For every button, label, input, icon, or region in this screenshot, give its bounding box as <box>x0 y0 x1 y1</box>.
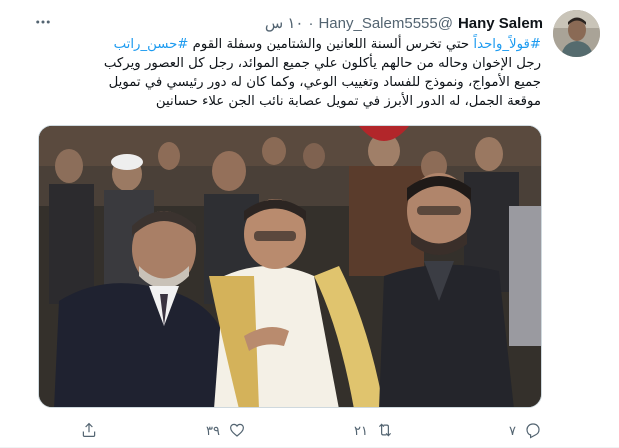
tweet-text-line-1: #قولاً_واحداً حتي تخرس ألسنة اللعانين وا… <box>51 35 541 54</box>
tweet-header: Hany Salem @Hany_Salem5555 · ١٠ س <box>265 13 543 33</box>
tweet-text-segment: حتي تخرس ألسنة اللعانين والشتامين وسفلة … <box>188 37 474 52</box>
tweet-photo[interactable] <box>38 125 542 408</box>
tweet-text-line-3: جميع الأمواج، ونموذج للفساد وتغييب الوعي… <box>108 75 541 90</box>
tweet-text-line-4: موقعة الجمل، له الدور الأبرز في تمويل عص… <box>155 94 541 109</box>
tweet-text: #قولاً_واحداً حتي تخرس ألسنة اللعانين وا… <box>51 35 541 111</box>
author-name[interactable]: Hany Salem <box>458 15 543 32</box>
reply-icon <box>524 421 542 442</box>
tweet-time[interactable]: ١٠ س <box>265 14 304 32</box>
avatar[interactable] <box>553 10 600 57</box>
tweet[interactable]: Hany Salem @Hany_Salem5555 · ١٠ س #قولاً… <box>0 0 619 448</box>
share-button[interactable] <box>38 421 98 442</box>
share-icon <box>80 421 98 442</box>
reply-count: ٧ <box>509 423 516 438</box>
like-count: ٣٩ <box>206 423 220 438</box>
retweet-button[interactable]: ٢١ <box>334 421 394 442</box>
heart-icon <box>228 421 246 442</box>
tweet-actions: ٧ ٢١ ٣٩ <box>38 418 542 444</box>
author-handle[interactable]: @Hany_Salem5555 <box>318 15 452 32</box>
more-icon[interactable] <box>30 9 56 35</box>
hashtag-link[interactable]: #قولاً_واحداً <box>473 37 541 52</box>
like-button[interactable]: ٣٩ <box>186 421 246 442</box>
hashtag-link[interactable]: #حسن_راتب <box>114 37 189 52</box>
retweet-count: ٢١ <box>354 423 368 438</box>
separator-dot: · <box>308 14 314 32</box>
reply-button[interactable]: ٧ <box>482 421 542 442</box>
tweet-text-line-2: رجل الإخوان وحاله من حالهم يأكلون علي جم… <box>103 56 541 71</box>
retweet-icon <box>376 421 394 442</box>
